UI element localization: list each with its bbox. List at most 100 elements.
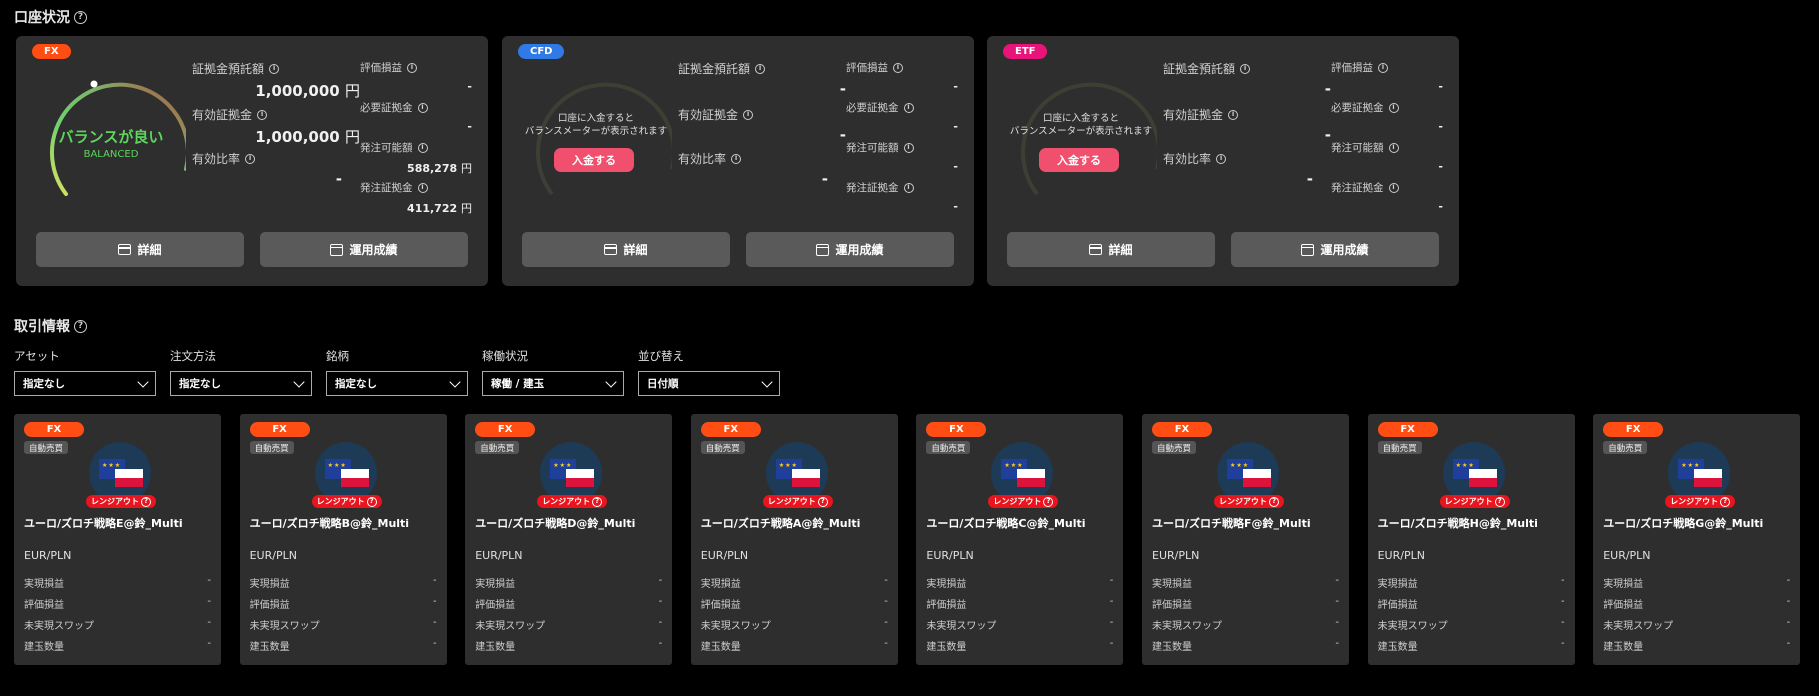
stat-row-quantity: 建玉数量 - xyxy=(250,638,437,653)
info-icon[interactable]: i xyxy=(417,182,428,193)
strategy-card[interactable]: FX 自動売買 レンジアウト? ユーロ/ズロチ戦略H@鈴_Multi EUR/P… xyxy=(1367,414,1575,665)
info-icon[interactable]: i xyxy=(1388,182,1399,193)
info-icon[interactable]: ? xyxy=(592,496,603,507)
info-icon[interactable]: i xyxy=(407,62,417,73)
help-icon[interactable]: ? xyxy=(74,319,87,333)
stat-value: - xyxy=(432,638,437,649)
unrealized-pl-label: 評価損益 i xyxy=(360,60,417,75)
filter-select[interactable]: 稼働 / 建玉 xyxy=(482,371,624,396)
info-icon[interactable]: i xyxy=(417,102,428,113)
filter-select[interactable]: 日付順 xyxy=(638,371,780,396)
deposit-button[interactable]: 入金する xyxy=(554,148,634,172)
strategy-card[interactable]: FX 自動売買 レンジアウト? ユーロ/ズロチ戦略A@鈴_Multi EUR/P… xyxy=(690,414,898,665)
performance-button[interactable]: 運用成績 xyxy=(260,232,468,267)
strategy-card[interactable]: FX 自動売買 レンジアウト? ユーロ/ズロチ戦略D@鈴_Multi EUR/P… xyxy=(465,414,673,665)
stat-value: - xyxy=(1786,617,1791,628)
info-icon[interactable]: ? xyxy=(1720,496,1731,507)
filter-label: 稼働状況 xyxy=(482,349,528,363)
info-icon[interactable]: i xyxy=(1228,109,1239,120)
filter-label: 銘柄 xyxy=(326,349,349,363)
orderable-amount-value: - xyxy=(953,160,958,173)
info-icon[interactable]: i xyxy=(1216,153,1227,164)
stat-label: 実現損益 xyxy=(1603,579,1644,590)
range-out-badge: レンジアウト? xyxy=(1665,495,1736,508)
help-icon[interactable]: ? xyxy=(74,10,87,24)
info-icon[interactable]: i xyxy=(1388,142,1399,153)
required-margin-value: - xyxy=(467,120,472,133)
info-icon[interactable]: i xyxy=(269,63,280,74)
info-icon[interactable]: ? xyxy=(141,496,151,507)
detail-button[interactable]: 詳細 xyxy=(522,232,730,267)
detail-button[interactable]: 詳細 xyxy=(36,232,244,267)
stat-row-quantity: 建玉数量 - xyxy=(1378,638,1565,653)
info-icon[interactable]: i xyxy=(1378,62,1388,73)
stat-label: 評価損益 xyxy=(475,600,516,611)
stat-label: 未実現スワップ xyxy=(249,621,320,632)
account-card-cfd: 口座に入金すると バランスメーターが表示されます 入金する 証拠金預託額 i - 有… xyxy=(502,36,974,286)
info-icon[interactable]: i xyxy=(245,153,256,164)
deposit-button[interactable]: 入金する xyxy=(1039,148,1119,172)
asset-badge: FX xyxy=(1603,422,1664,437)
detail-button[interactable]: 詳細 xyxy=(1007,232,1215,267)
info-icon[interactable]: i xyxy=(755,63,766,74)
filter-select[interactable]: 指定なし xyxy=(326,371,468,396)
filter-select-value: 指定なし xyxy=(335,378,377,390)
stat-label: 評価損益 xyxy=(249,600,290,611)
strategy-card[interactable]: FX 自動売買 レンジアウト? ユーロ/ズロチ戦略F@鈴_Multi EUR/P… xyxy=(1142,414,1349,665)
asset-badge: FX xyxy=(24,422,84,437)
strategy-card[interactable]: FX 自動売買 レンジアウト? ユーロ/ズロチ戦略C@鈴_Multi EUR/P… xyxy=(916,414,1124,665)
info-icon[interactable]: ? xyxy=(1269,496,1279,507)
strategy-name: ユーロ/ズロチ戦略C@鈴_Multi xyxy=(926,517,1086,530)
account-section-title: 口座状況 ? xyxy=(14,7,87,27)
strategy-name: ユーロ/ズロチ戦略B@鈴_Multi xyxy=(249,517,410,530)
filter-label: 注文方法 xyxy=(170,349,216,363)
info-icon[interactable]: ? xyxy=(1494,496,1505,507)
asset-badge: ETF xyxy=(1003,44,1048,59)
info-icon[interactable]: i xyxy=(417,142,428,153)
stat-label: 評価損益 xyxy=(700,600,741,611)
performance-button[interactable]: 運用成績 xyxy=(746,232,954,267)
info-icon[interactable]: i xyxy=(743,109,754,120)
info-icon[interactable]: i xyxy=(903,182,914,193)
strategy-card[interactable]: FX 自動売買 レンジアウト? ユーロ/ズロチ戦略E@鈴_Multi EUR/P… xyxy=(14,414,221,665)
info-icon[interactable]: i xyxy=(903,102,914,113)
stat-label: 未実現スワップ xyxy=(926,621,997,632)
range-out-badge: レンジアウト? xyxy=(988,495,1059,508)
order-type-badge: 自動売買 xyxy=(249,441,294,454)
info-icon[interactable]: i xyxy=(257,109,268,120)
stat-row-swap: 未実現スワップ - xyxy=(1152,617,1339,632)
info-icon[interactable]: i xyxy=(1240,63,1251,74)
currency-pair: EUR/PLN xyxy=(475,549,523,562)
strategy-card[interactable]: FX 自動売買 レンジアウト? ユーロ/ズロチ戦略G@鈴_Multi EUR/P… xyxy=(1593,414,1801,665)
account-section-title-text: 口座状況 xyxy=(14,10,70,26)
performance-button[interactable]: 運用成績 xyxy=(1231,232,1439,267)
info-icon[interactable]: i xyxy=(903,142,914,153)
stat-row-unrealized: 評価損益 - xyxy=(926,596,1113,611)
info-icon[interactable]: i xyxy=(893,62,903,73)
stat-label: 未実現スワップ xyxy=(700,621,771,632)
stat-label: 建玉数量 xyxy=(700,642,741,653)
info-icon[interactable]: ? xyxy=(817,496,828,507)
margin-ratio-value: - xyxy=(335,170,342,188)
info-icon[interactable]: i xyxy=(731,153,742,164)
gauge-status: バランスが良い xyxy=(58,128,164,146)
stat-label: 未実現スワップ xyxy=(475,621,546,632)
stat-value: - xyxy=(884,617,888,628)
balance-gauge xyxy=(536,82,672,196)
currency-pair: EUR/PLN xyxy=(1603,549,1651,562)
filter-select[interactable]: 指定なし xyxy=(14,371,156,396)
info-icon[interactable]: ? xyxy=(1043,496,1054,507)
info-icon[interactable]: i xyxy=(1388,102,1399,113)
info-icon[interactable]: ? xyxy=(366,496,377,507)
filter-select[interactable]: 指定なし xyxy=(170,371,312,396)
stat-value: - xyxy=(1786,575,1791,586)
stat-row-quantity: 建玉数量 - xyxy=(926,638,1113,653)
strategy-name: ユーロ/ズロチ戦略A@鈴_Multi xyxy=(700,517,861,530)
stat-value: - xyxy=(1786,596,1791,607)
range-out-badge: レンジアウト? xyxy=(311,495,382,508)
strategy-card[interactable]: FX 自動売買 レンジアウト? ユーロ/ズロチ戦略B@鈴_Multi EUR/P… xyxy=(239,414,447,665)
asset-badge: FX xyxy=(475,422,536,437)
stat-label: 建玉数量 xyxy=(1603,642,1644,653)
strategy-name: ユーロ/ズロチ戦略D@鈴_Multi xyxy=(475,517,636,530)
range-out-badge: レンジアウト? xyxy=(1214,495,1284,508)
